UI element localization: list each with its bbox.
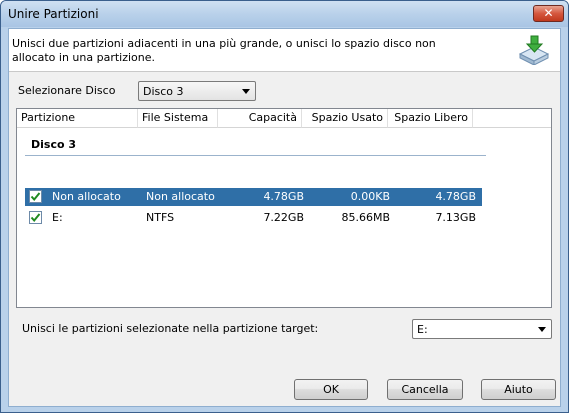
dialog-body: Unisci due partizioni adiacenti in una p…: [8, 28, 561, 407]
partition-name: Non allocato: [52, 190, 121, 203]
row-checkbox[interactable]: [29, 190, 42, 203]
partition-name: E:: [52, 211, 63, 224]
close-button[interactable]: ✕: [533, 5, 564, 22]
capacity: 7.22GB: [263, 211, 304, 224]
close-icon: ✕: [543, 6, 554, 20]
target-partition-select[interactable]: E:: [412, 319, 552, 339]
target-partition-value: E:: [417, 323, 428, 336]
partition-list[interactable]: Partizione File Sistema Capacità Spazio …: [16, 108, 552, 308]
row-checkbox[interactable]: [29, 211, 42, 224]
merge-disk-icon: [518, 35, 550, 65]
table-row[interactable]: Non allocato Non allocato 4.78GB 0.00KB …: [25, 188, 482, 206]
disk-group-title: Disco 3: [31, 138, 77, 151]
disk-select-value: Disco 3: [143, 85, 184, 98]
used-space: 0.00KB: [350, 190, 390, 203]
column-header-used-space[interactable]: Spazio Usato: [302, 109, 388, 128]
capacity: 4.78GB: [263, 190, 304, 203]
free-space: 7.13GB: [435, 211, 476, 224]
header-description: Unisci due partizioni adiacenti in una p…: [12, 37, 436, 64]
column-header-free-space[interactable]: Spazio Libero: [388, 109, 473, 128]
cancel-button[interactable]: Cancella: [387, 379, 463, 400]
free-space: 4.78GB: [435, 190, 476, 203]
file-system: NTFS: [146, 211, 175, 224]
header-band: Unisci due partizioni adiacenti in una p…: [9, 29, 560, 72]
chevron-down-icon: [538, 327, 546, 332]
select-disk-label: Selezionare Disco: [18, 84, 116, 97]
help-button[interactable]: Aiuto: [481, 379, 556, 400]
used-space: 85.66MB: [341, 211, 390, 224]
ok-button[interactable]: OK: [294, 379, 368, 400]
checkmark-icon: [30, 192, 41, 202]
window-title: Unire Partizioni: [8, 7, 99, 21]
title-bar: Unire Partizioni ✕: [1, 1, 568, 27]
column-header-capacity[interactable]: Capacità: [218, 109, 302, 128]
chevron-down-icon: [242, 89, 250, 94]
column-header-file-system[interactable]: File Sistema: [138, 109, 218, 128]
group-divider: [25, 155, 486, 156]
disk-select[interactable]: Disco 3: [138, 81, 256, 101]
target-partition-label: Unisci le partizioni selezionate nella p…: [22, 322, 319, 335]
column-header-partition[interactable]: Partizione: [17, 109, 138, 128]
merge-partitions-dialog: Unire Partizioni ✕ Unisci due partizioni…: [0, 0, 569, 413]
table-row[interactable]: E: NTFS 7.22GB 85.66MB 7.13GB: [25, 209, 482, 227]
column-header-filler: [473, 109, 551, 128]
checkmark-icon: [30, 213, 41, 223]
file-system: Non allocato: [146, 190, 215, 203]
